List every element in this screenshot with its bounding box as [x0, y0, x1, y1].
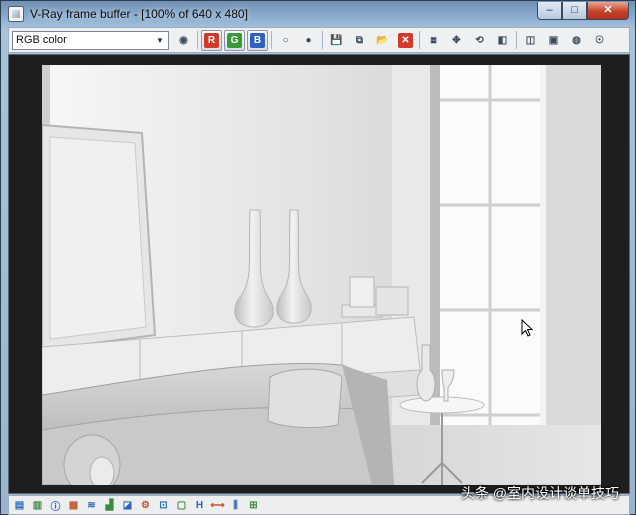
- channel-select[interactable]: RGB color ▼: [12, 30, 169, 50]
- toolbar-separator: [271, 31, 272, 49]
- toolbar-button-group: ◉ R G B ○ ● 💾 ⧉ 📂 ✕ ⧈ ✥ ⟲ ◧ ◫ ▣ ◍ ☉: [173, 29, 612, 51]
- toolbar-separator: [322, 31, 323, 49]
- bucket-icon: ☉: [595, 34, 604, 46]
- save-image-icon[interactable]: 💾: [326, 30, 347, 51]
- copy-to-max-icon: ⧈: [430, 34, 437, 46]
- color-picker-icon[interactable]: ◉: [173, 30, 194, 51]
- rendered-image: [42, 65, 601, 485]
- histogram-icon[interactable]: ▟: [102, 498, 117, 513]
- region-render-icon[interactable]: ◫: [520, 30, 541, 51]
- teapot-icon[interactable]: ◍: [566, 30, 587, 51]
- blue-channel-icon: B: [250, 32, 265, 48]
- track-mouse-icon[interactable]: ✥: [446, 30, 467, 51]
- srgb-icon[interactable]: ▥: [30, 498, 45, 513]
- color-picker-icon: ◉: [179, 34, 188, 46]
- render-last-icon: ⟲: [475, 34, 484, 46]
- white-circle-icon[interactable]: ○: [275, 30, 296, 51]
- track-mouse-icon: ✥: [452, 34, 461, 46]
- bucket-icon[interactable]: ☉: [589, 30, 610, 51]
- app-icon: [8, 6, 24, 22]
- teapot-icon: ◍: [572, 34, 581, 46]
- status-button-group: ▤ ▥ ⓘ ▦ ≋ ▟ ◪ ⚙ ⊡ ▢ H ⟷ ⫼ ⊞: [12, 498, 264, 513]
- title-bar[interactable]: V-Ray frame buffer - [100% of 640 x 480]…: [1, 1, 635, 27]
- correction-panel-icon[interactable]: ▣: [543, 30, 564, 51]
- gear-icon[interactable]: ⚙: [138, 498, 153, 513]
- blue-channel-button[interactable]: B: [247, 29, 268, 51]
- white-circle-icon: ○: [282, 34, 289, 46]
- toolbar: RGB color ▼ ◉ R G B ○ ● 💾 ⧉ 📂 ✕ ⧈ ✥ ⟲ ◧ ◫ ▣ ◍ ☉: [8, 27, 630, 53]
- channel-select-value: RGB color: [16, 34, 67, 46]
- info-icon[interactable]: ⓘ: [48, 498, 63, 513]
- toolbar-separator: [419, 31, 420, 49]
- duplicate-image-icon[interactable]: ⧉: [349, 30, 370, 51]
- clear-image-icon: ✕: [398, 32, 413, 48]
- pixel-info-icon[interactable]: ▢: [174, 498, 189, 513]
- window-title: V-Ray frame buffer - [100% of 640 x 480]: [30, 7, 248, 21]
- duplicate-image-icon: ⧉: [355, 34, 364, 46]
- green-channel-icon: G: [227, 32, 242, 48]
- open-image-icon[interactable]: 📂: [372, 30, 393, 51]
- exposure-icon[interactable]: ◪: [120, 498, 135, 513]
- window-controls: ‒ □ ✕: [537, 2, 629, 20]
- clay-render-illustration: [42, 65, 601, 485]
- crop-icon[interactable]: ⊡: [156, 498, 171, 513]
- region-render-icon: ◫: [525, 34, 536, 46]
- clear-image-icon[interactable]: ✕: [395, 30, 416, 51]
- fit-width-icon[interactable]: ⟷: [210, 498, 225, 513]
- levels-icon[interactable]: ▦: [66, 498, 81, 513]
- save-image-icon: 💾: [330, 34, 343, 46]
- fullscreen-icon[interactable]: ⊞: [246, 498, 261, 513]
- red-channel-button[interactable]: R: [201, 29, 222, 51]
- curves-icon[interactable]: ≋: [84, 498, 99, 513]
- render-last-icon[interactable]: ⟲: [469, 30, 490, 51]
- copy-to-max-icon[interactable]: ⧈: [423, 30, 444, 51]
- mouse-cursor-icon: [521, 319, 533, 337]
- compare-icon[interactable]: ⫼: [228, 498, 243, 513]
- close-button[interactable]: ✕: [587, 2, 629, 20]
- vray-frame-buffer-window: V-Ray frame buffer - [100% of 640 x 480]…: [0, 0, 636, 515]
- mono-circle-icon: ●: [305, 34, 312, 46]
- red-channel-icon: R: [204, 32, 219, 48]
- chevron-down-icon: ▼: [156, 35, 164, 45]
- maximize-button[interactable]: □: [562, 2, 587, 20]
- open-image-icon: 📂: [376, 34, 389, 46]
- render-viewport: [8, 54, 630, 494]
- watermark: 头条 @室内设计谈单技巧: [460, 485, 619, 501]
- correction-panel-icon: ▣: [548, 34, 559, 46]
- mono-circle-icon[interactable]: ●: [298, 30, 319, 51]
- display-lut-icon[interactable]: ▤: [12, 498, 27, 513]
- minimize-button[interactable]: ‒: [537, 2, 562, 20]
- toolbar-separator: [516, 31, 517, 49]
- horizontal-flip-icon[interactable]: H: [192, 498, 207, 513]
- stereo-icon[interactable]: ◧: [492, 30, 513, 51]
- green-channel-button[interactable]: G: [224, 29, 245, 51]
- toolbar-separator: [197, 31, 198, 49]
- stereo-icon: ◧: [497, 34, 508, 46]
